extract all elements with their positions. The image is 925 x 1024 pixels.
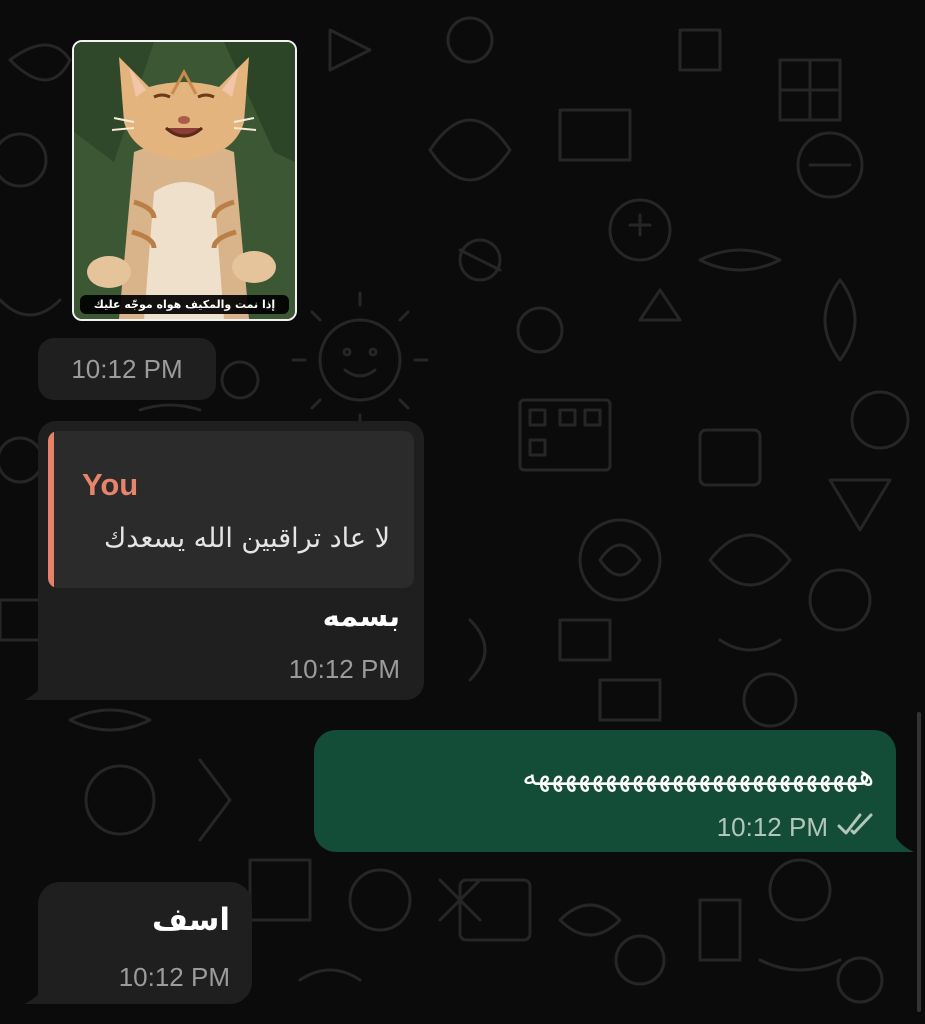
message-text: اسف (151, 902, 230, 938)
scrollbar[interactable] (917, 712, 921, 1012)
bubble-tail (894, 834, 914, 852)
quoted-message[interactable]: You لا عاد تراقبين الله يسعدك (48, 431, 414, 588)
incoming-message-bubble[interactable]: اسف 10:12 PM (38, 882, 252, 1004)
message-time: 10:12 PM (118, 962, 230, 992)
outgoing-message-bubble[interactable]: هههههههههههههههههههههههههه 10:12 PM (314, 730, 896, 852)
quote-accent-bar (48, 431, 54, 588)
sticker-message[interactable]: إذا نمت والمكيف هواه موجّه عليك (72, 40, 297, 321)
cat-sticker-image (74, 42, 295, 319)
message-time: 10:12 PM (288, 654, 400, 684)
quoted-author: You (82, 467, 139, 502)
message-text: بسمه (322, 599, 400, 633)
double-check-icon (837, 813, 873, 835)
message-time: 10:12 PM (716, 812, 828, 842)
sticker-caption: إذا نمت والمكيف هواه موجّه عليك (80, 295, 289, 314)
bubble-tail (24, 682, 44, 700)
message-text: هههههههههههههههههههههههههه (522, 758, 874, 792)
quoted-text: لا عاد تراقبين الله يسعدك (104, 523, 390, 554)
bubble-tail (24, 986, 44, 1004)
reply-message-bubble[interactable]: You لا عاد تراقبين الله يسعدك بسمه 10:12… (38, 421, 424, 700)
timestamp-text: 10:12 PM (71, 353, 183, 384)
sticker-timestamp: 10:12 PM (38, 338, 216, 400)
